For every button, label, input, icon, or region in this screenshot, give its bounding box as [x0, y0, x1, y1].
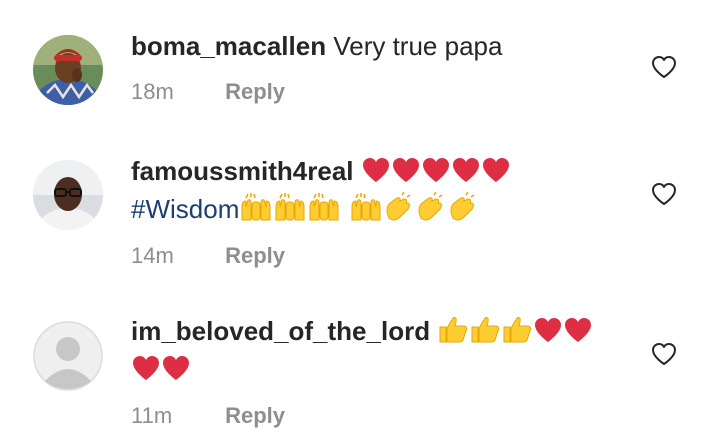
username-link[interactable]: im_beloved_of_the_lord — [131, 316, 430, 346]
emoji-group — [361, 156, 511, 186]
comment-body: famoussmith4real #Wisdom 14m Reply — [131, 154, 611, 270]
like-heart-icon[interactable] — [651, 342, 677, 366]
thumbs-up-icon — [469, 314, 501, 352]
raising-hands-icon — [349, 192, 383, 230]
comment-text-line: im_beloved_of_the_lord — [131, 314, 611, 352]
avatar[interactable] — [33, 35, 103, 105]
username-link[interactable]: boma_macallen — [131, 31, 326, 61]
red-heart-icon — [361, 156, 391, 192]
red-heart-icon — [131, 354, 161, 390]
reply-button[interactable]: Reply — [225, 79, 285, 104]
comment-timestamp: 18m — [131, 79, 174, 104]
reply-button[interactable]: Reply — [225, 243, 285, 268]
red-heart-icon — [481, 156, 511, 192]
raising-hands-icon — [273, 192, 307, 230]
comment-body: im_beloved_of_the_lord 11m Reply — [131, 314, 611, 430]
comment-text-line — [131, 352, 611, 390]
comment-body: boma_macallen Very true papa 18m Reply — [131, 29, 611, 106]
comment-timestamp: 11m — [131, 403, 173, 428]
clapping-hands-icon — [383, 191, 415, 230]
like-heart-icon[interactable] — [651, 182, 677, 206]
thumbs-up-icon — [501, 314, 533, 352]
comment-meta: 14m Reply — [131, 242, 611, 270]
red-heart-icon — [161, 354, 191, 390]
comment-meta: 11m Reply — [131, 402, 611, 430]
comment-text-line: #Wisdom — [131, 191, 611, 230]
hashtag-link[interactable]: #Wisdom — [131, 194, 239, 224]
emoji-group — [437, 316, 593, 346]
red-heart-icon — [563, 316, 593, 352]
raising-hands-icon — [239, 192, 273, 230]
username-link[interactable]: famoussmith4real — [131, 156, 354, 186]
red-heart-icon — [421, 156, 451, 192]
like-heart-icon[interactable] — [651, 55, 677, 79]
emoji-group — [131, 354, 191, 384]
comment-text-line: boma_macallen Very true papa — [131, 29, 611, 63]
red-heart-icon — [391, 156, 421, 192]
thumbs-up-icon — [437, 314, 469, 352]
emoji-group — [239, 191, 478, 224]
red-heart-icon — [533, 316, 563, 352]
comment-text: Very true papa — [333, 31, 503, 61]
comment-meta: 18m Reply — [131, 78, 611, 106]
avatar[interactable] — [33, 321, 103, 391]
comment-timestamp: 14m — [131, 243, 174, 268]
avatar[interactable] — [33, 160, 103, 230]
clapping-hands-icon — [447, 191, 479, 230]
reply-button[interactable]: Reply — [225, 403, 285, 428]
raising-hands-icon — [307, 192, 341, 230]
clapping-hands-icon — [415, 191, 447, 230]
red-heart-icon — [451, 156, 481, 192]
comment-text-line: famoussmith4real — [131, 154, 611, 192]
